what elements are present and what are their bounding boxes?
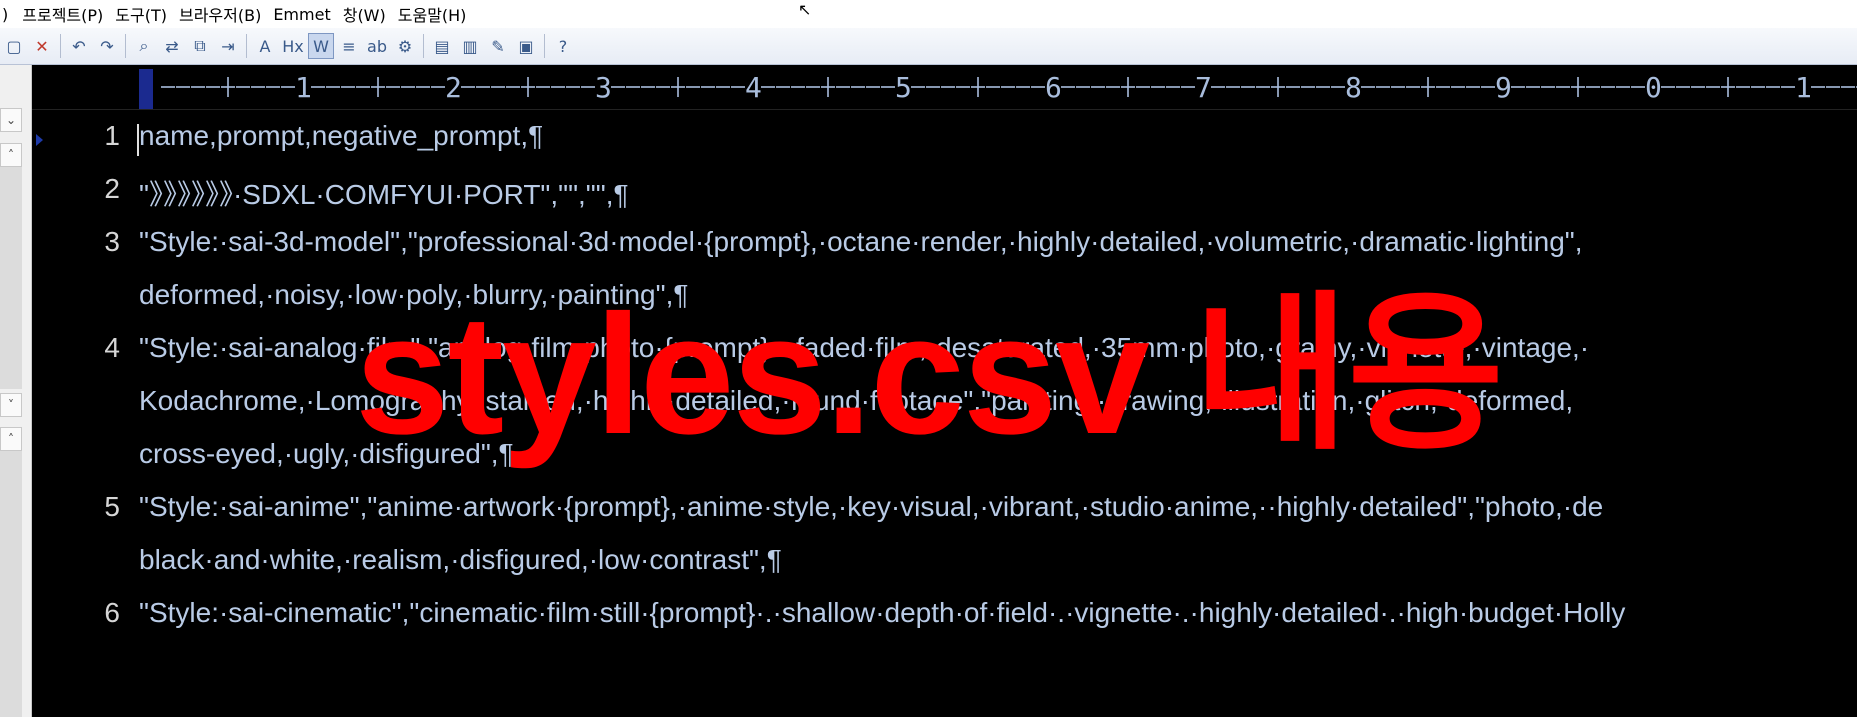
replace-icon[interactable]: ⇄ (159, 33, 185, 59)
line-number: 1 (104, 120, 120, 151)
ruler-number: 7 (1195, 71, 1212, 104)
ruler-number: 4 (745, 71, 762, 104)
find-in-files-icon[interactable]: ⧉ (187, 33, 213, 59)
menu-item-truncated[interactable]: ) (0, 5, 16, 24)
ruler-number: 2 (445, 71, 462, 104)
toolbar-separator (544, 34, 545, 58)
code-line[interactable]: "Style:·sai-anime","anime·artwork·{promp… (139, 491, 1603, 523)
scroll-up-icon-2[interactable]: ˄ (0, 427, 22, 451)
collapse-chevron-icon[interactable]: ⌄ (0, 108, 22, 132)
code-line[interactable]: "》》》》》》·SDXL·COMFYUI·PORT","","",¶ (139, 173, 629, 213)
code-line[interactable]: "Style:·sai-3d-model","professional·3d·m… (139, 226, 1583, 258)
find-icon[interactable]: ⌕ (131, 33, 157, 59)
unknown-icon[interactable]: ▢ (1, 33, 27, 59)
help-icon[interactable]: ? (550, 33, 576, 59)
overlay-caption: styles.csv 내용 (355, 280, 1504, 470)
redo-icon[interactable]: ↷ (94, 33, 120, 59)
code-line[interactable]: black·and·white,·realism,·disfigured,·lo… (139, 544, 782, 576)
toolbar-separator (60, 34, 61, 58)
spell-check-icon[interactable]: ab (364, 33, 390, 59)
ruler-number: 3 (595, 71, 612, 104)
jump-icon[interactable]: ⇥ (215, 33, 241, 59)
code-line[interactable]: "Style:·sai-cinematic","cinematic·film·s… (139, 597, 1625, 629)
column-ruler: 1 2 3 4 5 6 7 8 9 0 1 (32, 65, 1857, 110)
ruler-number: 1 (295, 71, 312, 104)
heading-icon[interactable]: Hx (280, 33, 306, 59)
menu-item-tools[interactable]: 도구(T) (109, 2, 173, 26)
menu-item-help[interactable]: 도움말(H) (392, 2, 473, 26)
font-icon[interactable]: A (252, 33, 278, 59)
mouse-pointer-icon: ↖ (798, 0, 812, 19)
line-number: 6 (104, 597, 120, 628)
ruler-number: 9 (1495, 71, 1512, 104)
menu-item-project[interactable]: 프로젝트(P) (16, 2, 109, 26)
word-wrap-icon[interactable]: W (308, 33, 334, 59)
menu-item-emmet[interactable]: Emmet (267, 5, 336, 24)
scroll-down-icon[interactable]: ˅ (0, 393, 22, 417)
split-window-icon[interactable]: ▥ (457, 33, 483, 59)
menu-bar: ) 프로젝트(P) 도구(T) 브라우저(B) Emmet 창(W) 도움말(H… (0, 0, 1857, 28)
settings-icon[interactable]: ⚙ (392, 33, 418, 59)
scroll-track[interactable] (0, 167, 22, 389)
ruler-number: 5 (895, 71, 912, 104)
left-side-panel: ⌄ ˄ ˅ ˄ (0, 65, 32, 717)
line-number: 5 (104, 491, 120, 522)
menu-item-window[interactable]: 창(W) (337, 2, 392, 26)
window-icon[interactable]: ▤ (429, 33, 455, 59)
line-number: 4 (104, 332, 120, 363)
undo-icon[interactable]: ↶ (66, 33, 92, 59)
edit-icon[interactable]: ✎ (485, 33, 511, 59)
indent-icon[interactable]: ≡ (336, 33, 362, 59)
line-number: 3 (104, 226, 120, 257)
ruler-number: 8 (1345, 71, 1362, 104)
current-line-marker-icon (36, 134, 43, 146)
ruler-number: 6 (1045, 71, 1062, 104)
line-number: 2 (104, 173, 120, 204)
close-file-icon[interactable]: ✕ (29, 33, 55, 59)
toolbar-separator (246, 34, 247, 58)
menu-item-browser[interactable]: 브라우저(B) (173, 2, 267, 26)
scroll-track-2[interactable] (0, 451, 22, 717)
screen-icon[interactable]: ▣ (513, 33, 539, 59)
ruler-number: 1 (1795, 71, 1812, 104)
toolbar-separator (125, 34, 126, 58)
code-line[interactable]: name,prompt,negative_prompt,¶ (139, 120, 543, 152)
toolbar: ▢ ✕ ↶ ↷ ⌕ ⇄ ⧉ ⇥ A Hx W ≡ ab ⚙ ▤ ▥ ✎ ▣? (0, 28, 1857, 65)
toolbar-separator (423, 34, 424, 58)
ruler-number: 0 (1645, 71, 1662, 104)
scroll-up-icon[interactable]: ˄ (0, 143, 22, 167)
